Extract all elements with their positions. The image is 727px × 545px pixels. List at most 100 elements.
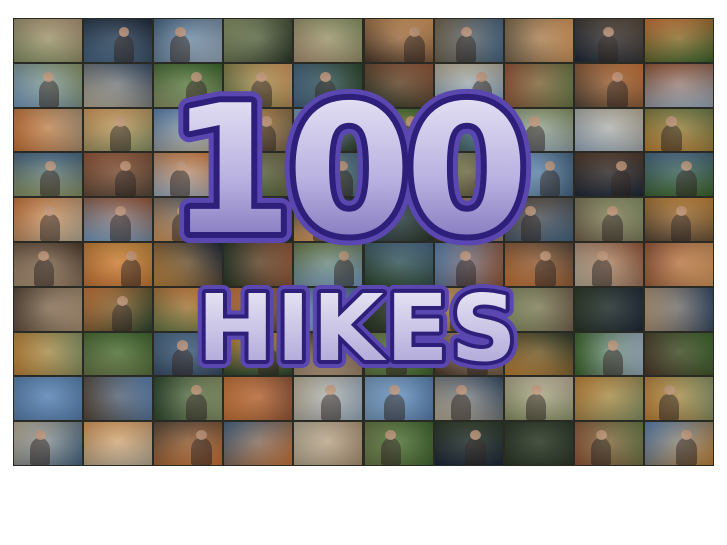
hiker-head [602, 26, 614, 37]
hiker-figure [535, 259, 556, 286]
hiker-head [115, 205, 127, 217]
hiker-head [338, 250, 350, 261]
photo-tile [434, 422, 503, 465]
hiker-head [174, 26, 186, 37]
hiker-figure [384, 393, 405, 421]
photo-tile [294, 287, 363, 331]
photo-tile [294, 422, 363, 465]
hiker-head [34, 429, 46, 441]
hiker-figure [451, 393, 472, 421]
hiker-figure [396, 169, 417, 197]
hiker-figure [170, 169, 191, 197]
photo-tile [224, 422, 293, 465]
photo-tile [294, 198, 363, 241]
photo-tile [574, 153, 643, 197]
hiker-head [400, 161, 412, 172]
photo-tile [364, 377, 433, 421]
hiker-head [479, 161, 491, 172]
photo-tile [154, 422, 223, 465]
hiker-figure [380, 438, 401, 465]
hiker-figure [676, 438, 697, 465]
hiker-figure [520, 214, 542, 241]
photo-tile [154, 332, 223, 376]
hiker-figure [38, 80, 59, 107]
photo-tile [644, 108, 713, 152]
photo-tile [644, 243, 713, 286]
hiker-head [539, 250, 551, 261]
photo-tile [14, 243, 83, 286]
hiker-figure [474, 169, 495, 197]
hiker-figure [120, 259, 142, 286]
hiker-figure [255, 124, 277, 152]
hiker-figure [455, 35, 477, 62]
hiker-figure [258, 348, 279, 376]
hiker-head [119, 161, 131, 172]
photo-tile [14, 377, 83, 421]
hiker-figure [39, 169, 61, 197]
photo-tile [14, 332, 83, 376]
hiker-head [408, 26, 420, 37]
hiker-head [44, 205, 56, 217]
hiker-head [596, 250, 608, 261]
photo-tile [644, 422, 713, 465]
photo-tile [84, 108, 153, 152]
photo-tile [224, 243, 293, 286]
hiker-head [115, 116, 127, 127]
photo-tile [644, 198, 713, 241]
hiker-head [263, 340, 275, 351]
photo-tile [504, 377, 573, 421]
photo-tile [504, 243, 573, 286]
photo-tile [364, 63, 433, 107]
hiker-head [681, 161, 692, 172]
hiker-head [455, 385, 467, 396]
photo-tile [574, 19, 643, 62]
photo-tile [224, 198, 293, 241]
photo-tile [224, 287, 293, 331]
photo-tile [434, 153, 503, 197]
photo-tile [364, 108, 433, 152]
hiker-figure [251, 80, 272, 107]
hiker-figure [471, 80, 493, 107]
photo-tile [154, 287, 223, 331]
hiker-head [317, 205, 329, 217]
hiker-head [319, 71, 331, 82]
photo-tile [14, 153, 83, 197]
photo-tile [294, 377, 363, 421]
photo-tile [504, 287, 573, 331]
hiker-head [325, 385, 337, 396]
photo-tile [364, 332, 433, 376]
hiker-figure [386, 348, 407, 376]
photo-tile [294, 19, 363, 62]
hiker-head [337, 161, 349, 172]
hiker-figure [465, 438, 486, 465]
photo-tile [644, 287, 713, 331]
photo-tile [574, 422, 643, 465]
photo-tile [224, 332, 293, 376]
photo-tile [154, 108, 223, 152]
hiker-figure [455, 259, 477, 286]
photo-tile [84, 287, 153, 331]
photo-tile [644, 332, 713, 376]
photo-tile [364, 422, 433, 465]
hiker-figure [169, 35, 191, 62]
hiker-head [260, 116, 272, 127]
hiker-figure [112, 304, 133, 331]
hiker-head [460, 26, 472, 37]
hiker-figure [110, 124, 131, 152]
hiker-figure [658, 393, 680, 421]
hiker-figure [602, 214, 623, 241]
hiker-figure [449, 304, 471, 331]
hiker-head [196, 429, 208, 441]
hiker-head [177, 340, 189, 351]
hiker-figure [320, 393, 341, 421]
photo-tile [644, 377, 713, 421]
hiker-figure [29, 438, 51, 465]
hiker-figure [592, 259, 613, 286]
photo-tile [504, 19, 573, 62]
photo-tile [364, 19, 433, 62]
hiker-figure [524, 124, 545, 152]
photo-tile [294, 108, 363, 152]
photo-tile [504, 108, 573, 152]
photo-tile [504, 63, 573, 107]
photo-tile [504, 332, 573, 376]
